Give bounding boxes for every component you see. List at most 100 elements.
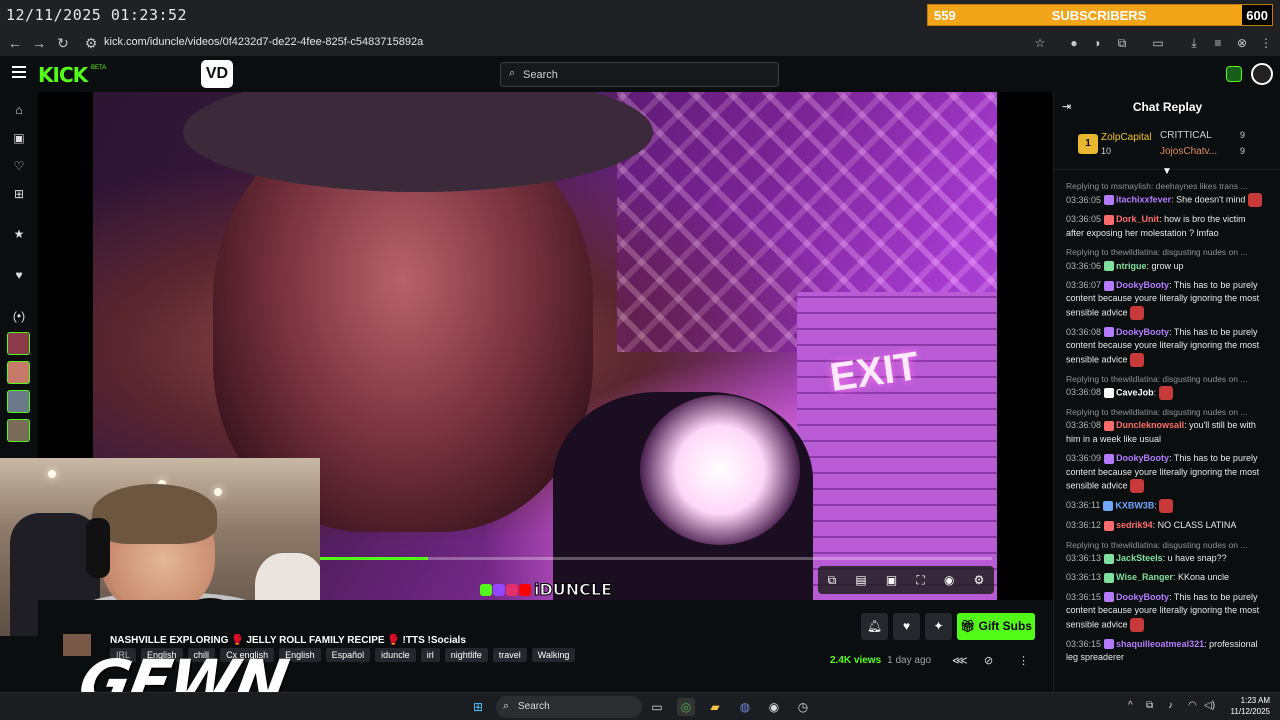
cast-icon[interactable]: ▭ (1150, 35, 1166, 51)
forward-icon[interactable]: → (30, 34, 48, 52)
obs-icon[interactable]: ◉ (765, 698, 783, 716)
chat-username[interactable]: itachixxfever (1116, 195, 1171, 205)
back-icon[interactable]: ← (6, 34, 24, 52)
chat-username[interactable]: sedrik94 (1116, 520, 1153, 530)
video-progress-bar[interactable] (320, 557, 992, 560)
taskbar-clock[interactable]: 1:23 AM 11/12/2025 (1220, 695, 1270, 717)
gift-leaderboard: 1 ZolpCapital 10 CRITTICAL 9 JojosChatv.… (1054, 122, 1280, 170)
menu-icon[interactable]: ⋮ (1258, 35, 1274, 51)
user-badge-icon (1104, 195, 1115, 206)
more-options-icon[interactable]: ⋮ (1018, 654, 1029, 667)
network-tray-icon[interactable]: ⧉ (1146, 700, 1153, 711)
chat-message-list: Replying to msmaylish: deehaynes likes t… (1066, 180, 1266, 670)
url-field[interactable]: kick.com/iduncle/videos/0f4232d7-de22-4f… (104, 36, 423, 48)
clip-button[interactable]: ✦ (925, 613, 952, 640)
chrome-icon[interactable]: ◎ (677, 698, 695, 716)
user-badge-icon (1104, 280, 1115, 291)
stream-timestamp: 12/11/2025 01:23:52 (6, 6, 188, 24)
tag[interactable]: Walking (531, 648, 576, 662)
liked-icon[interactable]: ♥ (11, 267, 27, 283)
followed-channel-avatar[interactable] (7, 361, 30, 384)
tag[interactable]: iduncle (375, 648, 416, 662)
chat-username[interactable]: DookyBooty (1116, 327, 1169, 337)
favorites-icon[interactable]: ★ (11, 226, 27, 242)
follow-button[interactable]: ♥ (893, 613, 920, 640)
gift-subs-button[interactable]: 🎁︎ Gift Subs (957, 613, 1035, 640)
fullscreen-icon[interactable]: ⛶ (916, 573, 924, 588)
site-info-icon[interactable]: ⚙ (82, 34, 100, 52)
user-avatar[interactable] (1251, 63, 1273, 85)
star-icon[interactable]: ☆ (1032, 35, 1048, 51)
playback-speed-icon[interactable]: ◉ (944, 573, 954, 587)
leader-name[interactable]: JojosChatv... (1160, 146, 1217, 157)
chat-message: 03:36:12 sedrik94: NO CLASS LATINA (1066, 519, 1266, 532)
extension-icon[interactable]: ◗ (1090, 35, 1106, 51)
live-icon[interactable]: (•) (11, 308, 27, 324)
file-explorer-icon[interactable]: ▰ (706, 698, 724, 716)
search-input[interactable]: ⌕ Search (500, 62, 779, 87)
followed-channel-avatar[interactable] (7, 390, 30, 413)
pip-icon[interactable]: ⧉ (828, 573, 837, 588)
taskbar-search[interactable]: ⌕ Search (496, 696, 642, 718)
chat-username[interactable]: KXBW3B (1115, 500, 1154, 510)
wifi-icon[interactable]: ◠ (1188, 700, 1197, 711)
chat-username[interactable]: shaquilleoatmeal321 (1116, 639, 1204, 649)
share-icon[interactable]: ⋘ (952, 654, 968, 667)
chat-message: Replying to thewildlatina: disgusting nu… (1066, 246, 1266, 273)
chat-username[interactable]: Dork_Unit (1116, 214, 1159, 224)
kick-logo[interactable]: KICK (38, 63, 88, 87)
settings-icon[interactable]: ⚙ (974, 573, 985, 587)
gift-label: Gift Subs (978, 619, 1032, 633)
extension-icon[interactable]: ● (1066, 35, 1082, 51)
followed-channel-avatar[interactable] (7, 332, 30, 355)
mini-player-icon[interactable]: ▣ (886, 573, 897, 587)
search-icon: ⌕ (509, 67, 516, 79)
categories-icon[interactable]: ⊞ (11, 186, 27, 202)
followed-channel-avatar[interactable] (7, 419, 30, 442)
extensions-icon[interactable]: ⧉ (1114, 35, 1130, 51)
profile-icon[interactable]: ⊗ (1234, 35, 1250, 51)
discord-icon[interactable]: ◍ (736, 698, 754, 716)
hide-icon[interactable]: ⊘ (984, 654, 993, 667)
message-time: 03:36:09 (1066, 453, 1102, 464)
tag[interactable]: travel (492, 648, 527, 662)
tag[interactable]: nightlife (444, 648, 488, 662)
chat-username[interactable]: DookyBooty (1116, 453, 1169, 463)
leader-count: 10 (1101, 146, 1112, 156)
leader-name[interactable]: CRITTICAL (1160, 130, 1212, 141)
kick-extension-icon[interactable] (1226, 66, 1242, 82)
search-icon: ⌕ (503, 700, 510, 712)
tray-overflow-icon[interactable]: ^ (1128, 700, 1133, 711)
home-icon[interactable]: ⌂ (11, 102, 27, 118)
chat-username[interactable]: Wise_Ranger (1116, 572, 1173, 582)
chat-username[interactable]: DookyBooty (1116, 280, 1169, 290)
chat-username[interactable]: Duncleknowsall (1116, 420, 1184, 430)
leader-name[interactable]: ZolpCapital (1101, 132, 1152, 143)
notify-button[interactable]: 🔔︎ (861, 613, 888, 640)
chat-username[interactable]: DookyBooty (1116, 592, 1169, 602)
browse-icon[interactable]: ▣ (11, 130, 27, 146)
reply-context: Replying to thewildlatina: disgusting nu… (1066, 373, 1248, 384)
menu-toggle-icon[interactable] (12, 66, 26, 80)
message-time: 03:36:13 (1066, 552, 1102, 563)
windows-start-icon[interactable]: ⊞ (469, 698, 487, 716)
volume-icon[interactable]: ◁) (1204, 700, 1215, 711)
chat-username[interactable]: CaveJob (1116, 387, 1154, 397)
message-time: 03:36:05 (1066, 214, 1102, 225)
tag[interactable]: irl (420, 648, 440, 662)
download-icon[interactable]: ⤓ (1186, 35, 1202, 51)
brand-name: iDUNCLE (533, 580, 613, 600)
theater-icon[interactable]: ▤ (855, 573, 866, 587)
following-icon[interactable]: ♡ (11, 158, 27, 174)
reload-icon[interactable]: ↻ (54, 34, 72, 52)
chat-username[interactable]: JackSteels (1116, 553, 1163, 563)
channel-logo[interactable]: VD (201, 60, 233, 88)
tag[interactable]: Español (325, 648, 371, 662)
reading-list-icon[interactable]: ≡ (1210, 35, 1226, 51)
chat-username[interactable]: ntrigue (1116, 261, 1147, 271)
user-badge-icon (1104, 592, 1115, 603)
clock-app-icon[interactable]: ◷ (794, 698, 812, 716)
microphone-icon[interactable]: ♪ (1168, 700, 1173, 711)
expand-leaderboard-icon[interactable]: ▼ (1162, 166, 1172, 177)
task-view-icon[interactable]: ▭ (648, 698, 666, 716)
